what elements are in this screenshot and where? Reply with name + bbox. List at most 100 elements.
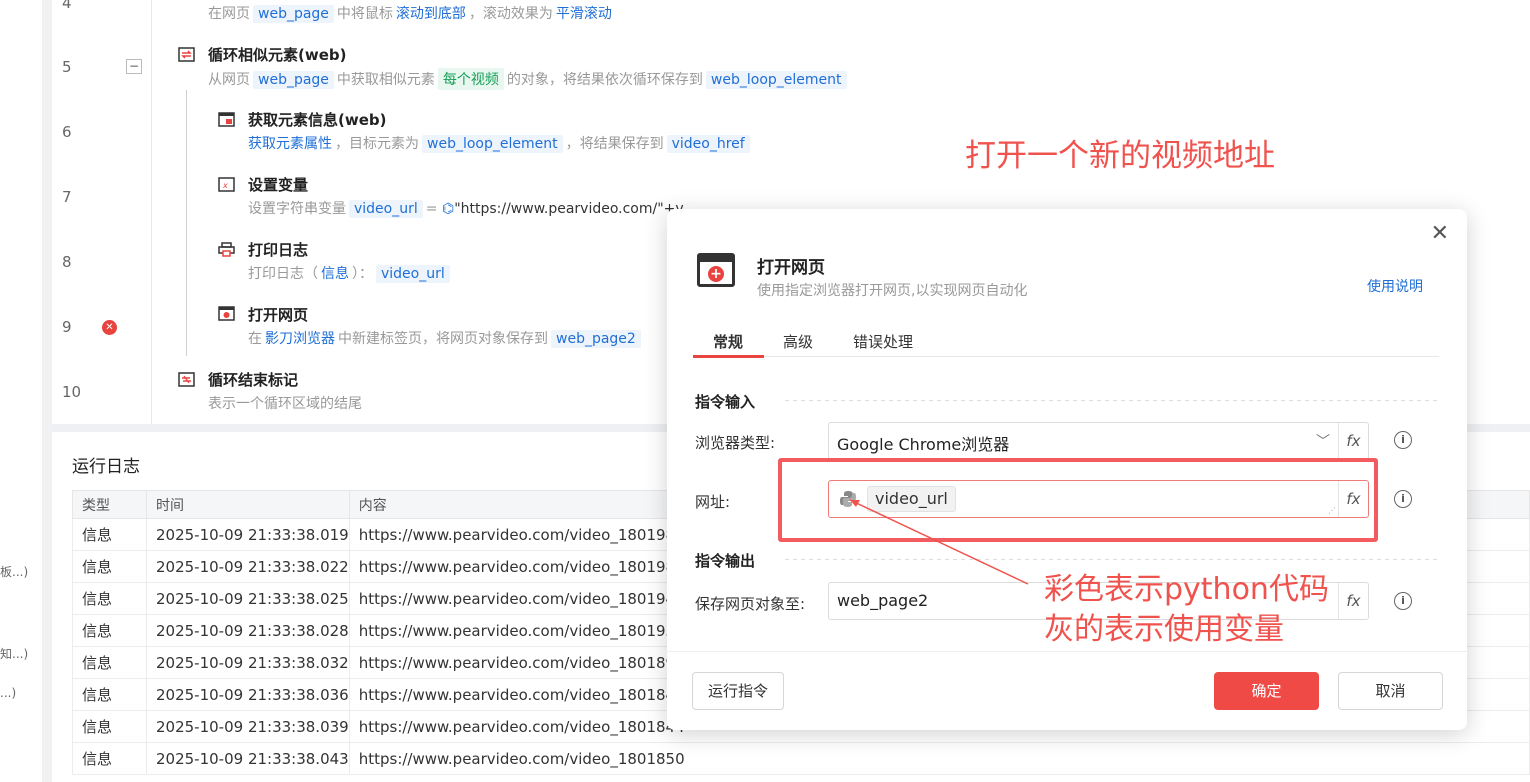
- open-page-icon: +: [697, 253, 735, 287]
- desc-text: 在: [248, 331, 262, 347]
- log-time: 2025-10-09 21:33:38.028: [146, 614, 350, 647]
- line-number: 8: [62, 253, 72, 271]
- rail-item[interactable]: ...): [0, 686, 16, 700]
- log-content: https://www.pearvideo.com/video_1801850: [348, 742, 1530, 775]
- line-number: 9: [62, 318, 72, 336]
- var-tag: web_page2: [551, 330, 641, 348]
- rail-item[interactable]: 知...): [0, 645, 28, 662]
- info-icon[interactable]: i: [1394, 490, 1412, 508]
- save-object-value: web_page2: [837, 591, 929, 610]
- info-icon[interactable]: i: [1394, 592, 1412, 610]
- annotation-text: 打开一个新的视频地址: [965, 138, 1275, 174]
- fx-icon[interactable]: fx: [1338, 583, 1368, 619]
- step-desc[interactable]: 从网页 web_page 中获取相似元素 每个视频 的对象，将结果依次循环保存到 web_…: [208, 68, 850, 90]
- tab-advanced[interactable]: 高级: [783, 331, 813, 352]
- log-time: 2025-10-09 21:33:38.043: [146, 742, 350, 775]
- param-link[interactable]: 信息: [321, 266, 349, 282]
- table-row[interactable]: 信息 2025-10-09 21:33:38.043 https://www.pea…: [72, 742, 1530, 775]
- line-number: 6: [62, 123, 72, 141]
- step-desc[interactable]: 获取元素属性 ，目标元素为 web_loop_element ，将结果保存到 video…: [248, 133, 753, 153]
- save-object-label: 保存网页对象至:: [695, 595, 806, 613]
- section-output-title: 指令输出: [695, 552, 756, 570]
- step-title[interactable]: 打开网页: [248, 304, 308, 325]
- log-type: 信息: [72, 646, 147, 679]
- line-number: 5: [62, 58, 72, 76]
- step-title[interactable]: 循环结束标记: [208, 369, 298, 390]
- help-link[interactable]: 使用说明: [1367, 276, 1423, 296]
- step-desc[interactable]: 表示一个循环区域的结尾: [208, 393, 362, 413]
- desc-text: ，将结果保存到: [565, 136, 664, 152]
- browser-type-label: 浏览器类型:: [695, 434, 776, 452]
- error-icon[interactable]: ✕: [102, 320, 117, 335]
- step-desc[interactable]: 设置字符串变量 video_url = ⌬"https://www.pearvide…: [248, 198, 684, 218]
- annotation-text: 彩色表示python代码 灰的表示使用变量: [1044, 570, 1329, 650]
- line-number: 10: [62, 383, 82, 401]
- param-link[interactable]: 平滑滚动: [556, 6, 612, 22]
- desc-text: =: [425, 201, 438, 217]
- desc-text: 中新建标签页，将网页对象保存到: [338, 331, 548, 347]
- desc-text: 在网页: [208, 6, 250, 22]
- step-desc[interactable]: 打印日志（ 信息）： video_url: [248, 263, 453, 283]
- step-title[interactable]: 获取元素信息(web): [248, 109, 386, 130]
- step-title[interactable]: 设置变量: [248, 174, 308, 195]
- panel-divider: [42, 0, 52, 782]
- loop-end-icon: [178, 372, 195, 387]
- tab-bar: 常规 高级 错误处理: [693, 327, 1439, 358]
- run-command-button[interactable]: 运行指令: [692, 672, 784, 710]
- log-time: 2025-10-09 21:33:38.019: [146, 518, 350, 551]
- loop-guide-line: [186, 90, 187, 356]
- line-number: 4: [62, 0, 72, 12]
- tab-general[interactable]: 常规: [713, 331, 743, 352]
- annotation-line: 彩色表示python代码: [1044, 572, 1329, 607]
- confirm-button[interactable]: 确定: [1214, 672, 1319, 710]
- rail-item[interactable]: 板...): [0, 563, 28, 580]
- section-input-title: 指令输入: [695, 393, 756, 411]
- log-time: 2025-10-09 21:33:38.025: [146, 582, 350, 615]
- param-link[interactable]: 滚动到底部: [396, 6, 466, 22]
- browser-type-value: Google Chrome浏览器: [837, 435, 1010, 454]
- var-tag: video_url: [349, 200, 423, 218]
- step-desc[interactable]: 在网页 web_page 中将鼠标 滚动到底部 ，滚动效果为 平滑滚动: [208, 3, 615, 23]
- python-icon: ⌬: [441, 201, 455, 217]
- column-header[interactable]: 时间: [146, 490, 350, 519]
- browser-type-select[interactable]: Google Chrome浏览器 ﹀ fx: [828, 422, 1369, 460]
- log-time: 2025-10-09 21:33:38.039: [146, 710, 350, 743]
- log-type: 信息: [72, 550, 147, 583]
- line-number: 7: [62, 188, 72, 206]
- log-type: 信息: [72, 518, 147, 551]
- chevron-down-icon[interactable]: ﹀: [1316, 431, 1330, 451]
- desc-text: 中获取相似元素: [336, 72, 435, 88]
- annotation-arrow: [849, 499, 1029, 585]
- collapse-button[interactable]: −: [126, 59, 142, 74]
- param-link[interactable]: 影刀浏览器: [265, 331, 335, 347]
- log-type: 信息: [72, 614, 147, 647]
- desc-text: 打印日志（: [248, 266, 318, 282]
- annotation-line: 灰的表示使用变量: [1044, 612, 1284, 647]
- gutter-separator: [151, 0, 152, 424]
- var-tag: web_page: [253, 71, 334, 89]
- var-tag: web_page: [253, 5, 334, 23]
- divider: [785, 400, 1439, 401]
- var-tag: video_href: [666, 135, 750, 153]
- info-icon[interactable]: i: [1394, 431, 1412, 449]
- element-tag[interactable]: 每个视频: [437, 68, 504, 90]
- var-tag: video_url: [376, 265, 450, 283]
- log-type: 信息: [72, 742, 147, 775]
- cancel-button[interactable]: 取消: [1338, 672, 1443, 710]
- tab-error-handling[interactable]: 错误处理: [853, 331, 913, 352]
- fx-icon[interactable]: fx: [1338, 423, 1368, 459]
- param-link[interactable]: 获取元素属性: [248, 136, 332, 152]
- close-icon[interactable]: ✕: [1431, 223, 1449, 245]
- log-type: 信息: [72, 582, 147, 615]
- step-title[interactable]: 打印日志: [248, 239, 308, 260]
- step-desc[interactable]: 在影刀浏览器 中新建标签页，将网页对象保存到 web_page2: [248, 328, 644, 348]
- column-header[interactable]: 类型: [72, 490, 147, 519]
- var-tag: web_loop_element: [422, 135, 563, 153]
- desc-text: ，滚动效果为: [468, 6, 553, 22]
- log-time: 2025-10-09 21:33:38.036: [146, 678, 350, 711]
- variable-icon: x: [218, 177, 235, 192]
- log-time: 2025-10-09 21:33:38.022: [146, 550, 350, 583]
- loop-icon: [178, 47, 195, 62]
- step-title[interactable]: 循环相似元素(web): [208, 44, 346, 65]
- active-tab-indicator: [693, 355, 764, 358]
